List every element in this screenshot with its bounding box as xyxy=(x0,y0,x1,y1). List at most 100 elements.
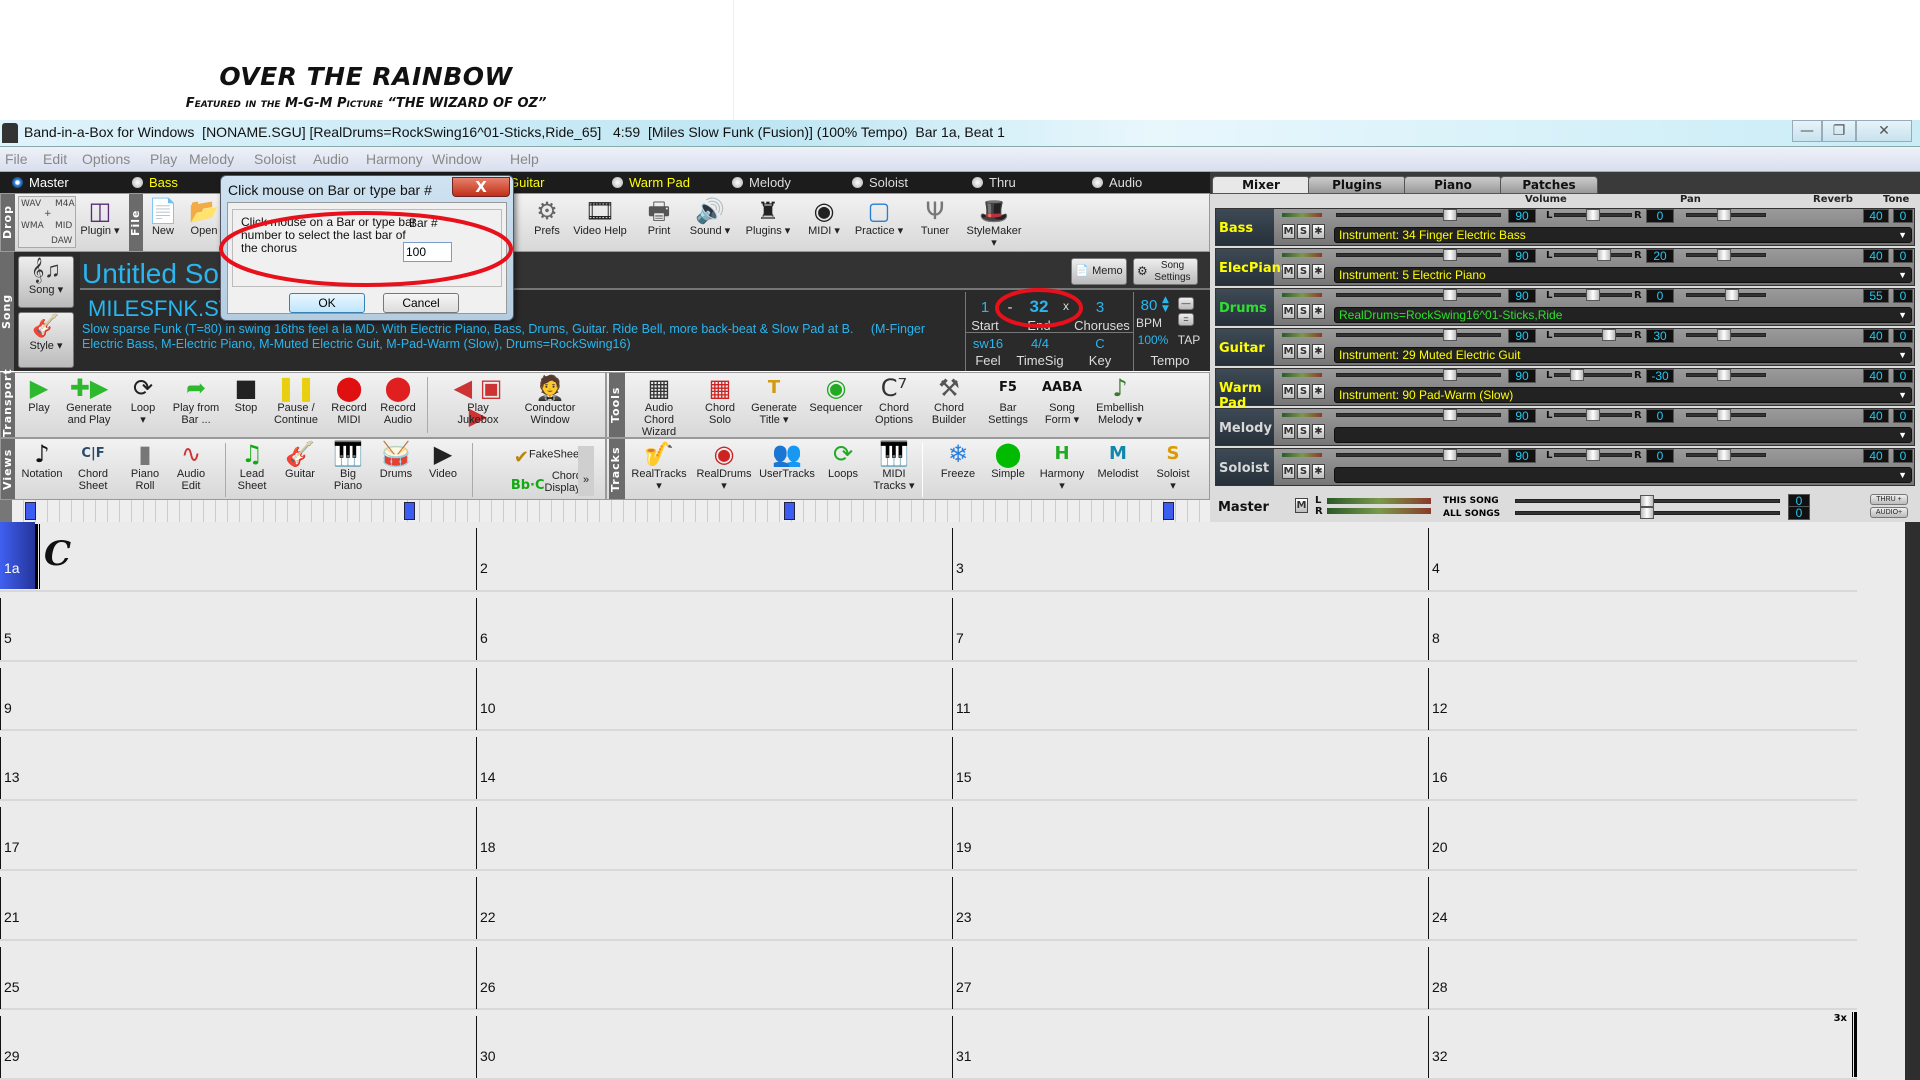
video-button[interactable]: ▶ Video xyxy=(413,440,473,480)
timesig-value[interactable]: 4/4 xyxy=(1020,336,1060,351)
solo-button[interactable]: S xyxy=(1297,464,1310,479)
reverb-slider-thumb[interactable] xyxy=(1716,209,1731,221)
play-jukebox-button[interactable]: ◀ ▣ ▶ Play Jukebox xyxy=(448,374,508,430)
tone-value[interactable]: 0 xyxy=(1893,289,1913,303)
bar-cell[interactable]: 18 xyxy=(476,801,952,871)
bar-cell[interactable]: 28 xyxy=(1428,941,1857,1011)
end-bar-value[interactable]: 32 xyxy=(1022,297,1056,317)
style-button[interactable]: 🎸 Style ▾ xyxy=(18,312,74,368)
midi-tracks-button[interactable]: 🎹 MIDI Tracks ▾ xyxy=(864,440,924,492)
bar-cell[interactable]: 13 xyxy=(0,731,476,801)
reverb-value[interactable]: 40 xyxy=(1863,369,1889,383)
volume-value[interactable]: 90 xyxy=(1508,449,1536,463)
pan-value[interactable]: 0 xyxy=(1646,289,1674,303)
bar-cell[interactable]: 20 xyxy=(1428,801,1857,871)
sequencer-button[interactable]: ◉ Sequencer xyxy=(806,374,866,414)
tab-patches[interactable]: Patches xyxy=(1500,176,1598,194)
bar-cell[interactable]: 2 xyxy=(476,522,952,592)
fx-button[interactable]: ✱ xyxy=(1312,464,1325,479)
volume-value[interactable]: 90 xyxy=(1508,369,1536,383)
tempo-spinner-icon[interactable]: ▲ ▼ xyxy=(1162,296,1169,314)
pan-slider-thumb[interactable] xyxy=(1586,409,1600,421)
song-form-button[interactable]: AABA Song Form ▾ xyxy=(1032,374,1092,426)
embellish-melody-button[interactable]: ♪ Embellish Melody ▾ xyxy=(1090,374,1150,426)
volume-value[interactable]: 90 xyxy=(1508,289,1536,303)
audio-edit-button[interactable]: ∿ Audio Edit xyxy=(161,440,221,492)
tuner-button[interactable]: Ψ Tuner xyxy=(905,197,965,237)
volume-slider-thumb[interactable] xyxy=(1443,449,1457,461)
fx-button[interactable]: ✱ xyxy=(1312,424,1325,439)
fx-button[interactable]: ✱ xyxy=(1312,384,1325,399)
volume-slider[interactable] xyxy=(1336,293,1501,297)
fx-button[interactable]: ✱ xyxy=(1312,264,1325,279)
bar-cell[interactable]: 22 xyxy=(476,871,952,941)
volume-slider[interactable] xyxy=(1336,413,1501,417)
volume-slider-thumb[interactable] xyxy=(1443,409,1457,421)
reverb-slider-thumb[interactable] xyxy=(1716,369,1731,381)
all-songs-slider-thumb[interactable] xyxy=(1640,507,1654,519)
chord-sheet-button[interactable]: C|F Chord Sheet xyxy=(63,440,123,492)
instrument-dropdown[interactable]: Instrument: 34 Finger Electric Bass ▼ xyxy=(1334,227,1912,243)
song-button[interactable]: 𝄞♫ Song ▾ xyxy=(18,256,74,308)
tempo-up-button[interactable]: = xyxy=(1178,313,1194,326)
bar-cell[interactable]: 17 xyxy=(0,801,476,871)
track-radio-thru[interactable]: Thru xyxy=(972,175,1016,190)
bar-cell[interactable]: 29 xyxy=(0,1010,476,1080)
tab-mixer[interactable]: Mixer xyxy=(1212,176,1310,194)
bar-settings-button[interactable]: F5 Bar Settings xyxy=(978,374,1038,426)
key-value[interactable]: C xyxy=(1085,336,1115,351)
menu-soloist[interactable]: Soloist xyxy=(254,151,296,167)
mute-button[interactable]: M xyxy=(1282,344,1295,359)
track-radio-master[interactable]: Master xyxy=(12,175,69,190)
reverb-value[interactable]: 40 xyxy=(1863,409,1889,423)
chord-options-button[interactable]: C⁷ Chord Options xyxy=(864,374,924,426)
reverb-value[interactable]: 40 xyxy=(1863,209,1889,223)
simple-button[interactable]: ⬤ Simple xyxy=(978,440,1038,480)
menu-options[interactable]: Options xyxy=(82,151,130,167)
bar-cell[interactable]: 21 xyxy=(0,871,476,941)
volume-value[interactable]: 90 xyxy=(1508,329,1536,343)
pan-slider-thumb[interactable] xyxy=(1601,329,1616,341)
pan-value[interactable]: 30 xyxy=(1646,329,1674,343)
bar-cell[interactable]: 24 xyxy=(1428,871,1857,941)
bar-cell[interactable]: 6 xyxy=(476,592,952,662)
menu-melody[interactable]: Melody xyxy=(189,151,234,167)
tone-value[interactable]: 0 xyxy=(1893,449,1913,463)
master-mute-button[interactable]: M xyxy=(1295,498,1308,513)
generate-title-button[interactable]: T Generate Title ▾ xyxy=(744,374,804,426)
stylemaker-button[interactable]: 🎩 StyleMaker ▾ xyxy=(964,197,1024,249)
fx-button[interactable]: ✱ xyxy=(1312,304,1325,319)
volume-slider[interactable] xyxy=(1336,253,1501,257)
volume-slider[interactable] xyxy=(1336,213,1501,217)
cancel-button[interactable]: Cancel xyxy=(383,293,459,313)
audio-chord-wizard-button[interactable]: ▦ Audio Chord Wizard xyxy=(629,374,689,438)
pan-value[interactable]: 20 xyxy=(1646,249,1674,263)
realdrums-button[interactable]: ◉ RealDrums ▾ xyxy=(694,440,754,492)
menu-audio[interactable]: Audio xyxy=(313,151,349,167)
reverb-value[interactable]: 55 xyxy=(1863,289,1889,303)
pan-slider-thumb[interactable] xyxy=(1570,369,1585,381)
mute-button[interactable]: M xyxy=(1282,424,1295,439)
tap-button[interactable]: TAP xyxy=(1174,333,1204,347)
reverb-slider-thumb[interactable] xyxy=(1716,249,1731,261)
volume-slider[interactable] xyxy=(1336,333,1501,337)
song-settings-button[interactable]: ⚙ Song Settings xyxy=(1133,258,1198,285)
bar-cell[interactable]: 16 xyxy=(1428,731,1857,801)
reverb-slider-thumb[interactable] xyxy=(1724,289,1739,301)
video-help-button[interactable]: 🎞 Video Help xyxy=(570,197,630,237)
fx-button[interactable]: ✱ xyxy=(1312,224,1325,239)
solo-button[interactable]: S xyxy=(1297,304,1310,319)
realtracks-button[interactable]: 🎷 RealTracks ▾ xyxy=(629,440,689,492)
restore-button[interactable]: ❐ xyxy=(1822,120,1856,142)
bar-cell[interactable]: 1a C xyxy=(0,522,476,592)
sound-button[interactable]: 🔊 Sound ▾ xyxy=(680,197,740,237)
bar-ruler[interactable] xyxy=(0,500,1210,522)
mute-button[interactable]: M xyxy=(1282,384,1295,399)
instrument-dropdown[interactable]: Instrument: 90 Pad-Warm (Slow) ▼ xyxy=(1334,387,1912,403)
tone-value[interactable]: 0 xyxy=(1893,369,1913,383)
volume-value[interactable]: 90 xyxy=(1508,209,1536,223)
menu-harmony[interactable]: Harmony xyxy=(366,151,423,167)
instrument-dropdown[interactable]: ▼ xyxy=(1334,427,1912,443)
tempo-percent[interactable]: 100% xyxy=(1134,333,1172,347)
bar-cell[interactable]: 19 xyxy=(952,801,1428,871)
